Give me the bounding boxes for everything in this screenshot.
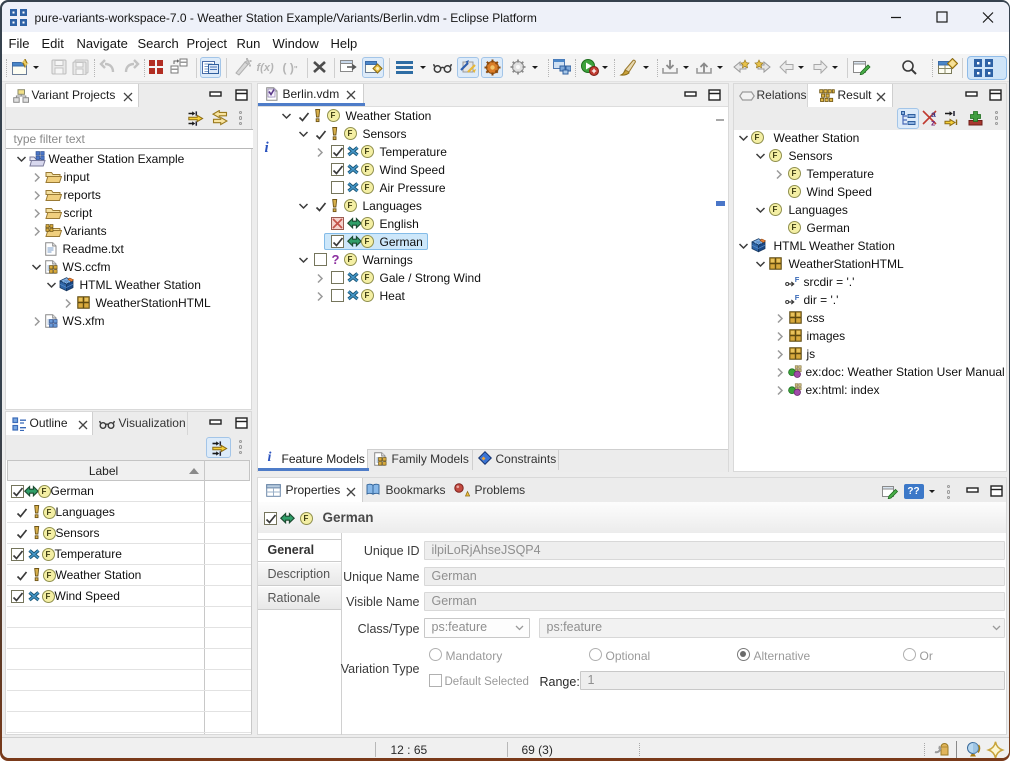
svg-text:z: z [931,117,935,127]
